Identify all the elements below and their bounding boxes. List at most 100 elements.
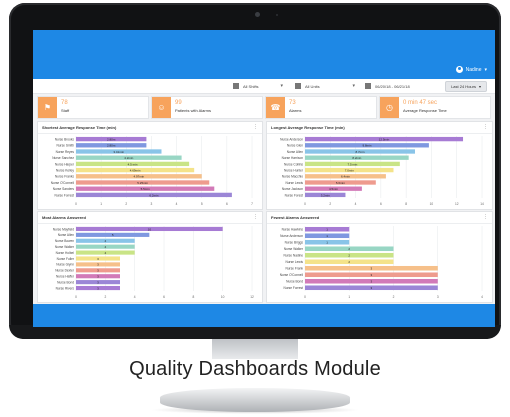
kpi-value: 0 min 47 sec — [403, 100, 438, 106]
tick-label: 0 — [304, 295, 306, 299]
category-label: Nurse Frank — [285, 267, 303, 271]
tick-label: 4 — [481, 295, 483, 299]
category-label: Nurse O'Connell — [280, 273, 304, 277]
list-icon — [295, 83, 301, 89]
tick-label: 10 — [430, 202, 434, 206]
data-label: 5.25min — [137, 181, 148, 185]
category-label: Nurse Kelley — [56, 168, 74, 172]
category-label: Nurse Reyes — [56, 150, 75, 154]
category-label: Nurse Walker — [55, 245, 75, 249]
kpi-value: 73 — [289, 100, 296, 106]
bar-chart-fewest: 0 1 2 3 4Nurse Hawkins 1Nurse Anderson 1Nurse … — [280, 226, 483, 299]
more-icon[interactable]: ⋮ — [253, 214, 258, 220]
user-menu[interactable]: Nadine ▾ — [455, 66, 487, 73]
category-label: Nurse Walker — [284, 247, 304, 251]
category-label: Nurse Hunter — [284, 168, 304, 172]
data-label: 7.0min — [345, 168, 354, 172]
data-label: 9.8min — [362, 144, 371, 148]
category-label: Nurse Bowen — [55, 239, 74, 243]
shift-select[interactable]: All Shifts ▾ — [233, 82, 283, 90]
stand-neck — [212, 339, 298, 359]
category-label: Nurse Holbel — [56, 251, 75, 255]
screen: Nadine ▾ All Shifts ▾ All Units ▾ 06/20/… — [33, 30, 495, 327]
category-label: Nurse Brooks — [55, 137, 75, 141]
unit-value: All Units — [305, 83, 320, 89]
tick-label: 1 — [100, 202, 102, 206]
tick-label: 7 — [251, 202, 253, 206]
tick-label: 12 — [455, 202, 459, 206]
tick-label: 6 — [163, 295, 165, 299]
category-label: Nurse Harrison — [282, 156, 304, 160]
category-label: Nurse Lewis — [285, 181, 303, 185]
data-label: 4.97min — [134, 175, 145, 179]
tick-label: 14 — [480, 202, 484, 206]
tick-label: 2 — [104, 295, 106, 299]
caption: Quality Dashboards Module — [129, 358, 381, 380]
data-label: 4.5min — [329, 187, 338, 191]
category-label: Nurse Macchio — [282, 175, 303, 179]
category-label: Nurse Allen — [58, 233, 75, 237]
category-label: Nurse Dexter — [55, 269, 75, 273]
data-label: 3.41min — [113, 150, 124, 154]
unit-select[interactable]: All Units ▾ — [295, 82, 355, 90]
tick-label: 10 — [221, 295, 225, 299]
bar-chart-most: 0 2 4 6 8 10 12Nurse Mayfield 10Nurse Allen 5Nur… — [53, 226, 254, 299]
more-icon[interactable]: ⋮ — [253, 124, 258, 130]
more-icon[interactable]: ⋮ — [483, 124, 488, 130]
category-label: Nurse Smith — [56, 144, 74, 148]
category-label: Nurse Forrest — [284, 286, 304, 290]
category-label: Nurse Lewis — [285, 260, 303, 264]
more-icon[interactable]: ⋮ — [483, 214, 488, 220]
category-label: Nurse Forrest — [55, 193, 75, 197]
people-icon: ☺ — [152, 97, 171, 118]
data-label: 2.80m — [107, 144, 116, 148]
monitor-chin — [9, 325, 501, 339]
category-label: Nurse Mayfield — [53, 227, 74, 231]
camera-icon — [255, 12, 260, 17]
category-label: Nurse Sanders — [53, 187, 75, 191]
kpi-card-alarms: ☎ 73 Alarms — [265, 96, 377, 119]
last-24-hours-button[interactable]: Last 24 Hours ▾ — [445, 81, 487, 92]
data-label: 6.2min — [149, 193, 158, 197]
clock-icon: ◷ — [380, 97, 399, 118]
data-label: 7.5 min — [347, 162, 357, 166]
footer-bar — [33, 304, 495, 327]
data-label: 8.7min — [355, 150, 364, 154]
tick-label: 2 — [329, 202, 331, 206]
kpi-card-staff: ⚑ 78 Staff — [37, 96, 149, 119]
category-label: Nurse Franks — [55, 175, 75, 179]
kpi-label: Alarms — [289, 108, 302, 113]
kpi-card-patients: ☺ 99 Patients with Alarms — [151, 96, 263, 119]
category-label: Nurse Bond — [57, 280, 74, 284]
app-bar: Nadine ▾ — [33, 30, 495, 79]
kpi-card-response-time: ◷ 0 min 47 sec Average Response Time — [379, 96, 491, 119]
category-label: Nurse Anderson — [280, 137, 303, 141]
user-icon — [455, 66, 463, 73]
kpi-value: 99 — [175, 100, 182, 106]
tick-label: 12 — [250, 295, 254, 299]
chevron-down-icon: ▾ — [478, 84, 481, 89]
data-label: 2.80m — [107, 137, 116, 141]
category-label: Nurse Sanchez — [52, 156, 74, 160]
date-range-picker[interactable]: 06/20/18 - 06/21/18 — [365, 82, 445, 90]
tick-label: 0 — [75, 295, 77, 299]
category-label: Nurse Forest — [285, 193, 304, 197]
data-label: 6.4min — [341, 175, 350, 179]
tick-label: 5 — [201, 202, 203, 206]
kpi-label: Average Response Time — [403, 108, 447, 113]
tick-label: 8 — [192, 295, 194, 299]
data-label: 8.2min — [352, 156, 361, 160]
data-label: 5.5min — [141, 187, 150, 191]
flag-icon: ⚑ — [38, 97, 57, 118]
chart-title: Most Alarms Answered — [42, 215, 86, 220]
shift-value: All Shifts — [243, 83, 259, 89]
data-label: 4.2min — [124, 156, 133, 160]
tick-label: 6 — [226, 202, 228, 206]
sensor-dot — [276, 14, 278, 16]
category-label: Nurse Collins — [284, 162, 303, 166]
category-label: Nurse Fuller — [57, 257, 75, 261]
category-label: Nurse Haffer — [56, 275, 75, 279]
list-icon — [233, 83, 239, 89]
last-button-label: Last 24 Hours — [451, 84, 476, 89]
chart-panel-shortest: Shortest Average Response Time (min) ⋮ 0… — [37, 121, 263, 210]
